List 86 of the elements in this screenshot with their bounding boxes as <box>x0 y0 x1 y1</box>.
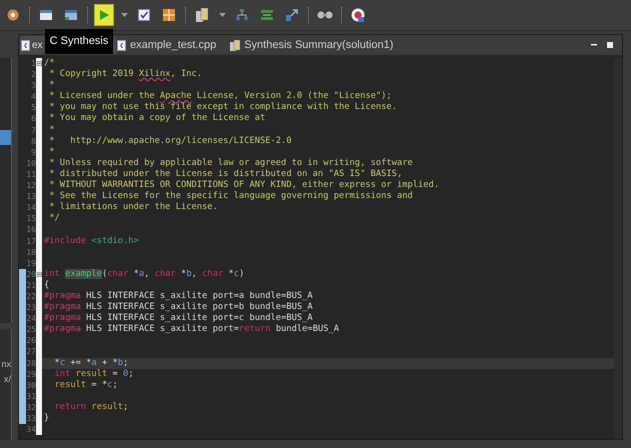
line-number: 25 <box>26 324 36 336</box>
line-number: 13 <box>26 191 36 202</box>
line-number: 3 <box>31 80 36 92</box>
c-file-icon <box>117 40 126 50</box>
line-number: 22 <box>26 290 36 302</box>
grid-icon <box>163 9 175 21</box>
line-number: 23 <box>26 302 36 314</box>
line-number: 30 <box>26 380 36 391</box>
line-number: 12 <box>26 180 36 192</box>
line-number: 31 <box>26 390 36 402</box>
code-line: #include <stdio.h> <box>43 236 139 247</box>
code-line: #pragma HLS INTERFACE s_axilite port=b bundle=BUS_A <box>43 302 313 313</box>
line-number: 17 <box>26 236 36 247</box>
compare-icon <box>261 9 273 21</box>
report-icon <box>230 40 240 50</box>
window-icon <box>64 9 78 21</box>
code-line: #pragma HLS INTERFACE s_axilite port=c bundle=BUS_A <box>43 313 313 324</box>
line-number: 1 <box>31 58 36 70</box>
line-number: 7 <box>31 124 36 136</box>
code-line: int result = 0; <box>54 368 134 380</box>
line-number: 33 <box>26 413 36 424</box>
report-icon <box>196 8 208 22</box>
tree-icon <box>236 9 248 21</box>
line-number: 2 <box>31 69 36 80</box>
line-number: 14 <box>26 202 36 214</box>
code-line: * <box>48 124 55 136</box>
code-line: *c += *a + *b; <box>54 358 128 369</box>
line-number: 34 <box>26 424 36 436</box>
checklist-icon <box>138 9 150 21</box>
collapse-icon[interactable] <box>36 61 42 66</box>
line-number: 11 <box>26 168 36 180</box>
code-line: #pragma HLS INTERFACE s_axilite port=a bundle=BUS_A <box>43 290 313 302</box>
line-number: 26 <box>26 335 36 346</box>
line-number: 6 <box>31 113 36 125</box>
line-number: 32 <box>26 402 36 413</box>
line-number: 20 <box>26 268 36 280</box>
line-number: 28 <box>26 358 36 369</box>
glasses-icon <box>317 10 333 20</box>
code-line: */ <box>48 213 60 224</box>
line-number: 4 <box>31 91 36 102</box>
caret-icon <box>218 12 226 18</box>
code-line: /* <box>43 58 55 70</box>
code-line: #pragma HLS INTERFACE s_axilite port=return bundle=BUS_A <box>43 324 340 336</box>
gear-icon <box>6 8 20 22</box>
line-number: 18 <box>26 246 36 258</box>
path-text: nx <box>1 359 11 370</box>
editor-tab[interactable]: Synthesis Summary(solution1) <box>229 36 394 54</box>
line-number: 5 <box>31 102 36 114</box>
c-file-icon <box>21 40 30 50</box>
line-number: 27 <box>26 346 36 358</box>
caret-icon <box>120 12 128 18</box>
code-line: * Licensed under the Apache License, Version 2.0 (the "License"); <box>48 91 392 102</box>
line-number: 15 <box>26 213 36 224</box>
line-number: 19 <box>26 258 36 269</box>
calendar-icon <box>39 9 53 21</box>
line-number: 29 <box>26 368 36 380</box>
line-number: 16 <box>26 224 36 236</box>
tooltip: C Synthesis <box>45 29 113 54</box>
export-icon <box>286 9 298 21</box>
editor-tab[interactable]: example_test.cpp <box>116 36 218 54</box>
code-line: * limitations under the License. <box>48 202 218 214</box>
code-line: * See the License for the specific language governing permissions and <box>48 191 413 202</box>
run-icon <box>98 9 110 21</box>
line-number: 24 <box>26 313 36 324</box>
code-line: result = *c; <box>54 380 118 391</box>
code-line: * you may not use this file except in compliance with the License. <box>48 102 397 113</box>
code-line: { <box>43 280 50 291</box>
code-line: * http://www.apache.org/licenses/LICENSE-2.0 <box>48 136 292 147</box>
maximize-icon[interactable] <box>606 41 614 49</box>
code-line: return result; <box>54 402 128 413</box>
line-number: 8 <box>31 136 36 147</box>
code-line: } <box>43 413 50 424</box>
help-icon <box>351 8 365 22</box>
code-line: * WITHOUT WARRANTIES OR CONDITIONS OF ANY KIND, either express or implied. <box>48 180 440 191</box>
code-line: * <box>48 80 55 92</box>
line-number: 21 <box>26 280 36 291</box>
code-line: * Unless required by applicable law or agreed to in writing, software <box>48 158 413 169</box>
code-line: * distributed under the License is distributed on an "AS IS" BASIS, <box>48 168 402 180</box>
code-line: int example(char *a, char *b, char *c) <box>43 268 244 280</box>
code-line: * Copyright 2019 Xilinx, Inc. <box>48 69 202 80</box>
code-line: * You may obtain a copy of the License at <box>48 113 266 125</box>
path-text: x/ <box>4 374 11 385</box>
line-number: 10 <box>26 158 36 169</box>
collapse-icon[interactable] <box>36 272 42 277</box>
code-line: * <box>48 146 55 158</box>
line-number: 9 <box>31 146 36 158</box>
